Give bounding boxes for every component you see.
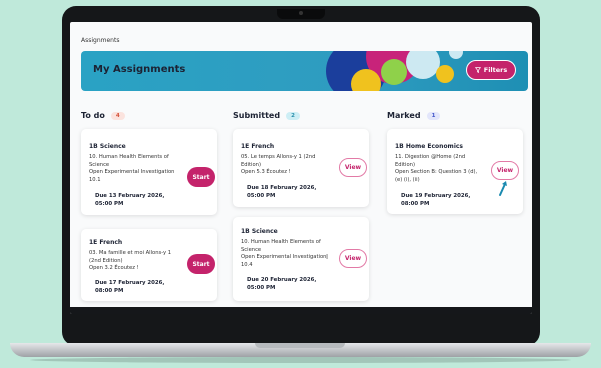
filters-button[interactable]: Filters [466,60,516,80]
card-description: 03. Ma famille et moi Allons-y 1 (2nd Ed… [89,250,172,271]
breadcrumb[interactable]: Assignments [81,37,119,44]
todo-count-badge: 4 [110,111,125,120]
view-button[interactable]: View [491,161,519,180]
card-due-date: Due 19 February 2026, 08:00 PM [401,193,471,207]
card-subject: 1E French [241,143,275,150]
filters-label: Filters [483,66,508,74]
card-subject: 1B Home Economics [395,143,463,150]
view-button[interactable]: View [339,158,367,177]
pointer-arrow-icon [499,181,507,196]
column-todo-header: To do 4 [81,111,125,120]
card-due-date: Due 13 February 2026, 05:00 PM [95,193,165,207]
assignment-card-todo-1[interactable]: 1B Science 10. Human Health Elements of … [81,129,217,215]
card-due-date: Due 17 February 2026, 08:00 PM [95,280,165,294]
column-todo-label: To do [81,111,105,120]
card-description: 11. Digestion @Home (2nd Edition) Open S… [395,154,478,183]
card-description: 10. Human Health Elements of Science Ope… [241,239,327,268]
assignment-card-submitted-2[interactable]: 1B Science 10. Human Health Elements of … [233,217,369,301]
card-subject: 1B Science [241,228,278,235]
laptop-base-notch [255,343,345,348]
card-subject: 1E French [89,239,123,246]
view-button[interactable]: View [339,249,367,268]
start-button[interactable]: Start [187,254,215,274]
assignment-card-marked-1[interactable]: 1B Home Economics 11. Digestion @Home (2… [387,129,523,214]
card-subject: 1B Science [89,143,126,150]
text-cursor-icon: I [326,253,329,261]
filter-icon [474,67,481,73]
submitted-count-badge: 2 [286,111,300,120]
marked-count-badge: 1 [426,111,441,120]
column-submitted-header: Submitted 2 [233,111,300,120]
page-title: My Assignments [93,64,186,75]
card-due-date: Due 20 February 2026, 05:00 PM [247,277,317,291]
card-description: 05. Le temps Allons-y 1 (2nd Edition) Op… [241,154,316,175]
camera-notch [277,9,325,19]
assignment-card-todo-2[interactable]: 1E French 03. Ma famille et moi Allons-y… [81,229,217,301]
app-screen: Assignments My Assignments Filters To do… [70,22,532,314]
start-button[interactable]: Start [187,167,215,187]
column-submitted-label: Submitted [233,111,281,120]
column-marked-header: Marked 1 [387,111,441,120]
assignment-card-submitted-1[interactable]: 1E French 05. Le temps Allons-y 1 (2nd E… [233,129,369,207]
column-marked-label: Marked [387,111,421,120]
assignments-banner: My Assignments Filters [81,51,528,91]
card-due-date: Due 18 February 2026, 05:00 PM [247,185,317,199]
card-description: 10. Human Health Elements of Science Ope… [89,154,175,183]
